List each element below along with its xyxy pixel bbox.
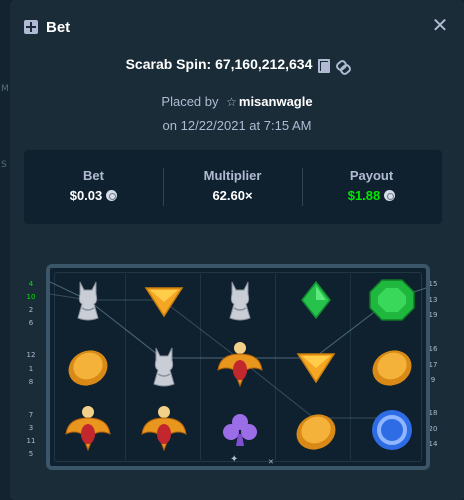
- bet-amount: $0.03: [69, 188, 103, 203]
- payline-number: 6: [28, 319, 34, 327]
- currency-coin-icon: [106, 190, 118, 201]
- multiplier-stat-label: Multiplier: [203, 168, 262, 183]
- gold-coin-icon: [68, 350, 108, 386]
- payout-stat: Payout $1.88: [302, 150, 441, 224]
- sparkle-icon: ✕: [268, 459, 274, 466]
- scarab-icon: [141, 406, 187, 452]
- payout-value-row: $1.88: [302, 188, 441, 203]
- link-icon[interactable]: [336, 59, 348, 72]
- payline-number: 3: [28, 424, 34, 432]
- left-payline-numbers: 4 10 2 6 12 1 8 7 3 11 5: [24, 280, 38, 460]
- payline-number: 2: [28, 306, 34, 314]
- gold-triangle-icon: [144, 287, 184, 318]
- spin-id-label: Scarab Spin: 67,160,212,634: [125, 56, 313, 72]
- emerald-gem-icon: [369, 279, 415, 321]
- payline-number: 8: [28, 378, 34, 386]
- multiplier-stat: Multiplier 62.60×: [163, 150, 302, 224]
- green-diamond-icon: [301, 280, 331, 320]
- bet-date: on 12/22/2021 at 7:15 AM: [162, 118, 312, 133]
- reel-separator: [350, 274, 351, 460]
- scarab-icon: [217, 342, 263, 388]
- cat-statue-icon: [153, 347, 175, 387]
- cat-statue-icon: [77, 281, 99, 321]
- copy-icon[interactable]: [318, 58, 331, 73]
- reel-separator: [275, 274, 276, 460]
- close-icon[interactable]: ✕: [430, 16, 450, 36]
- multiplier-value: 62.60×: [212, 188, 253, 203]
- background-sidebar-strip: M S: [0, 0, 10, 500]
- bet-receipt-icon: [24, 20, 38, 34]
- purple-club-icon: [223, 414, 257, 446]
- cat-statue-icon: [229, 281, 251, 321]
- currency-coin-icon: [384, 190, 396, 201]
- payline-number: 10: [26, 293, 36, 301]
- gold-coin-icon: [296, 414, 336, 450]
- sparkle-icon: ✦: [230, 454, 239, 465]
- reel-separator: [125, 274, 126, 460]
- slot-reels-board: ✦ ✕: [46, 264, 430, 470]
- modal-header: Bet ✕: [10, 0, 464, 56]
- payout-amount: $1.88: [347, 188, 381, 203]
- gold-triangle-icon: [296, 353, 336, 384]
- username-link[interactable]: misanwagle: [239, 94, 313, 109]
- placed-by-label: Placed by: [161, 94, 219, 109]
- payline-number: 7: [28, 411, 34, 419]
- placed-by-row: Placed by ☆ misanwagle: [10, 94, 464, 109]
- bet-stats-panel: Bet $0.03 Multiplier 62.60× Payout $1.88: [24, 150, 442, 224]
- bet-stat-label: Bet: [83, 168, 104, 183]
- payline-number: 5: [28, 450, 34, 458]
- bet-stat-value-row: $0.03: [24, 188, 163, 203]
- reel-separator: [200, 274, 201, 460]
- bet-modal: Bet ✕ Scarab Spin: 67,160,212,634 Placed…: [10, 0, 464, 500]
- spin-id-row: Scarab Spin: 67,160,212,634: [10, 56, 464, 73]
- bet-stat: Bet $0.03: [24, 150, 163, 224]
- scarab-icon: [65, 406, 111, 452]
- payline-number: 12: [26, 351, 36, 359]
- star-icon: ☆: [226, 95, 237, 109]
- payline-number: 1: [28, 365, 34, 373]
- payout-stat-label: Payout: [349, 168, 394, 183]
- payline-number: 11: [26, 437, 36, 445]
- gold-coin-icon: [372, 350, 412, 386]
- payline-number: 4: [28, 280, 34, 288]
- modal-title: Bet: [46, 19, 71, 36]
- blue-ring-icon: [372, 410, 412, 450]
